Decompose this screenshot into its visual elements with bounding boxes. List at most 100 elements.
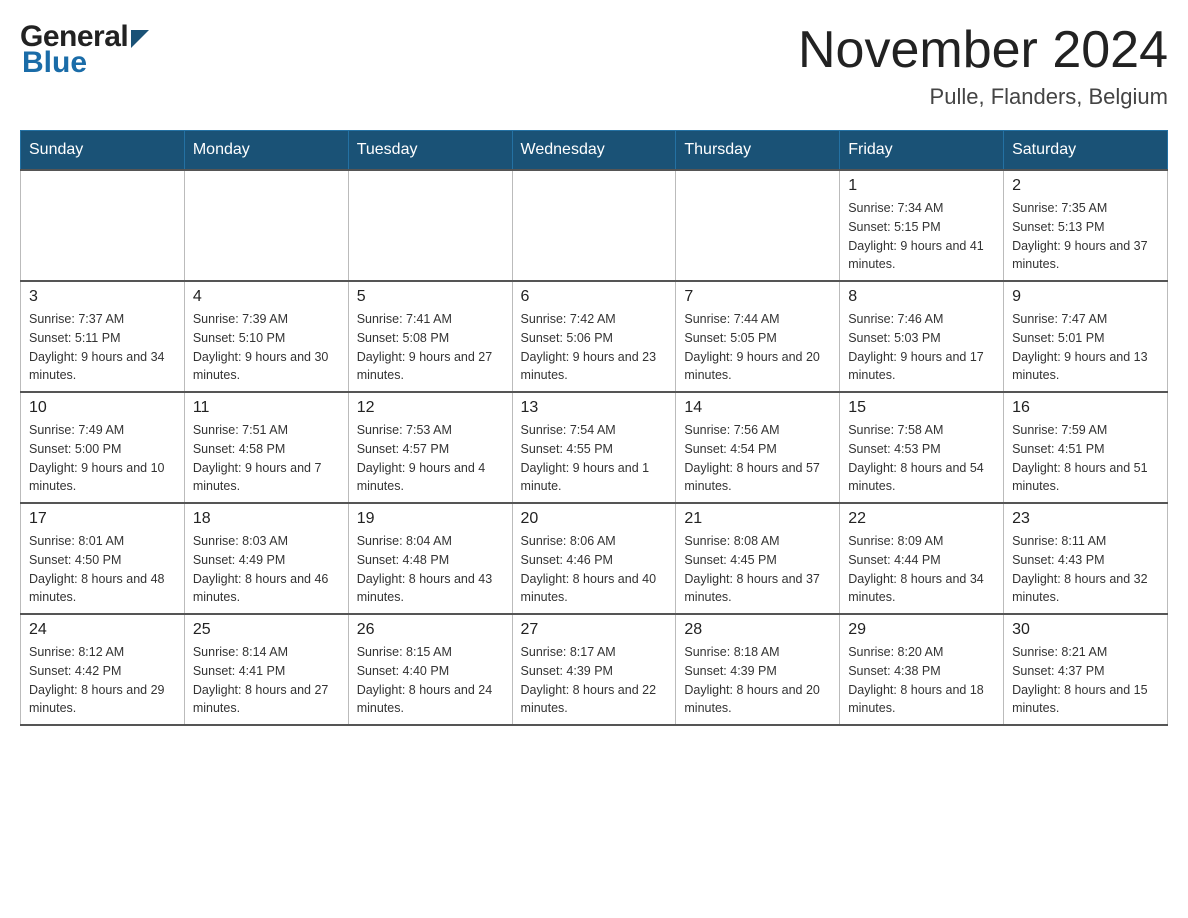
- day-number: 14: [684, 399, 831, 417]
- calendar-day-cell: 30 Sunrise: 8:21 AM Sunset: 4:37 PM Dayli…: [1004, 614, 1168, 725]
- day-number: 21: [684, 510, 831, 528]
- calendar-day-header: Friday: [840, 131, 1004, 171]
- calendar-week-row: 10 Sunrise: 7:49 AM Sunset: 5:00 PM Dayli…: [21, 392, 1168, 503]
- day-number: 11: [193, 399, 340, 417]
- day-number: 30: [1012, 621, 1159, 639]
- day-info: Sunrise: 7:41 AM Sunset: 5:08 PM Dayligh…: [357, 310, 504, 385]
- day-info: Sunrise: 8:04 AM Sunset: 4:48 PM Dayligh…: [357, 532, 504, 607]
- day-info: Sunrise: 8:11 AM Sunset: 4:43 PM Dayligh…: [1012, 532, 1159, 607]
- calendar-day-cell: 3Sunrise: 7:37 AM Sunset: 5:11 PM Daylig…: [21, 281, 185, 392]
- calendar-day-cell: 29 Sunrise: 8:20 AM Sunset: 4:38 PM Dayli…: [840, 614, 1004, 725]
- calendar-week-row: 24Sunrise: 8:12 AM Sunset: 4:42 PM Dayli…: [21, 614, 1168, 725]
- day-info: Sunrise: 7:54 AM Sunset: 4:55 PM Dayligh…: [521, 421, 668, 496]
- day-info: Sunrise: 8:08 AM Sunset: 4:45 PM Dayligh…: [684, 532, 831, 607]
- day-number: 1: [848, 177, 995, 195]
- calendar-day-header: Tuesday: [348, 131, 512, 171]
- calendar-day-cell: 4 Sunrise: 7:39 AM Sunset: 5:10 PM Daylig…: [184, 281, 348, 392]
- location-title: Pulle, Flanders, Belgium: [798, 84, 1168, 110]
- day-number: 5: [357, 288, 504, 306]
- calendar-day-cell: 6 Sunrise: 7:42 AM Sunset: 5:06 PM Daylig…: [512, 281, 676, 392]
- day-info: Sunrise: 7:42 AM Sunset: 5:06 PM Dayligh…: [521, 310, 668, 385]
- day-info: Sunrise: 7:49 AM Sunset: 5:00 PM Dayligh…: [29, 421, 176, 496]
- page-header: General Blue November 2024 Pulle, Flande…: [20, 20, 1168, 110]
- calendar-day-cell: 5 Sunrise: 7:41 AM Sunset: 5:08 PM Daylig…: [348, 281, 512, 392]
- title-section: November 2024 Pulle, Flanders, Belgium: [798, 20, 1168, 110]
- day-info: Sunrise: 7:39 AM Sunset: 5:10 PM Dayligh…: [193, 310, 340, 385]
- day-info: Sunrise: 7:56 AM Sunset: 4:54 PM Dayligh…: [684, 421, 831, 496]
- day-number: 19: [357, 510, 504, 528]
- month-title: November 2024: [798, 20, 1168, 80]
- day-info: Sunrise: 7:46 AM Sunset: 5:03 PM Dayligh…: [848, 310, 995, 385]
- day-info: Sunrise: 7:35 AM Sunset: 5:13 PM Dayligh…: [1012, 199, 1159, 274]
- calendar-day-cell: [184, 170, 348, 281]
- calendar-day-cell: 21 Sunrise: 8:08 AM Sunset: 4:45 PM Dayli…: [676, 503, 840, 614]
- day-number: 26: [357, 621, 504, 639]
- calendar-day-header: Saturday: [1004, 131, 1168, 171]
- calendar-day-cell: 14 Sunrise: 7:56 AM Sunset: 4:54 PM Dayli…: [676, 392, 840, 503]
- calendar-day-cell: 17 Sunrise: 8:01 AM Sunset: 4:50 PM Dayli…: [21, 503, 185, 614]
- day-number: 4: [193, 288, 340, 306]
- day-number: 8: [848, 288, 995, 306]
- calendar-day-cell: 10 Sunrise: 7:49 AM Sunset: 5:00 PM Dayli…: [21, 392, 185, 503]
- day-info: Sunrise: 8:12 AM Sunset: 4:42 PM Dayligh…: [29, 643, 176, 718]
- calendar-day-cell: 28 Sunrise: 8:18 AM Sunset: 4:39 PM Dayli…: [676, 614, 840, 725]
- calendar-day-cell: 25Sunrise: 8:14 AM Sunset: 4:41 PM Dayli…: [184, 614, 348, 725]
- calendar-day-cell: 16Sunrise: 7:59 AM Sunset: 4:51 PM Dayli…: [1004, 392, 1168, 503]
- calendar-table: SundayMondayTuesdayWednesdayThursdayFrid…: [20, 130, 1168, 726]
- calendar-day-cell: 8 Sunrise: 7:46 AM Sunset: 5:03 PM Daylig…: [840, 281, 1004, 392]
- day-number: 27: [521, 621, 668, 639]
- day-info: Sunrise: 8:21 AM Sunset: 4:37 PM Dayligh…: [1012, 643, 1159, 718]
- day-number: 29: [848, 621, 995, 639]
- day-info: Sunrise: 8:14 AM Sunset: 4:41 PM Dayligh…: [193, 643, 340, 718]
- day-number: 22: [848, 510, 995, 528]
- day-info: Sunrise: 7:47 AM Sunset: 5:01 PM Dayligh…: [1012, 310, 1159, 385]
- calendar-day-cell: 26 Sunrise: 8:15 AM Sunset: 4:40 PM Dayli…: [348, 614, 512, 725]
- day-number: 18: [193, 510, 340, 528]
- calendar-day-cell: 18 Sunrise: 8:03 AM Sunset: 4:49 PM Dayli…: [184, 503, 348, 614]
- calendar-day-cell: 13 Sunrise: 7:54 AM Sunset: 4:55 PM Dayli…: [512, 392, 676, 503]
- calendar-day-cell: 22 Sunrise: 8:09 AM Sunset: 4:44 PM Dayli…: [840, 503, 1004, 614]
- day-info: Sunrise: 7:34 AM Sunset: 5:15 PM Dayligh…: [848, 199, 995, 274]
- calendar-day-cell: 24Sunrise: 8:12 AM Sunset: 4:42 PM Dayli…: [21, 614, 185, 725]
- calendar-day-cell: 19 Sunrise: 8:04 AM Sunset: 4:48 PM Dayli…: [348, 503, 512, 614]
- calendar-day-cell: 12Sunrise: 7:53 AM Sunset: 4:57 PM Dayli…: [348, 392, 512, 503]
- day-number: 28: [684, 621, 831, 639]
- calendar-day-cell: 9 Sunrise: 7:47 AM Sunset: 5:01 PM Daylig…: [1004, 281, 1168, 392]
- calendar-day-cell: [676, 170, 840, 281]
- day-info: Sunrise: 8:15 AM Sunset: 4:40 PM Dayligh…: [357, 643, 504, 718]
- calendar-day-cell: [348, 170, 512, 281]
- logo-blue-label: Blue: [20, 46, 149, 80]
- day-number: 15: [848, 399, 995, 417]
- calendar-day-cell: [21, 170, 185, 281]
- day-info: Sunrise: 7:44 AM Sunset: 5:05 PM Dayligh…: [684, 310, 831, 385]
- calendar-header-row: SundayMondayTuesdayWednesdayThursdayFrid…: [21, 131, 1168, 171]
- day-info: Sunrise: 8:17 AM Sunset: 4:39 PM Dayligh…: [521, 643, 668, 718]
- calendar-day-cell: 7Sunrise: 7:44 AM Sunset: 5:05 PM Daylig…: [676, 281, 840, 392]
- day-number: 16: [1012, 399, 1159, 417]
- calendar-day-header: Monday: [184, 131, 348, 171]
- calendar-day-cell: 15Sunrise: 7:58 AM Sunset: 4:53 PM Dayli…: [840, 392, 1004, 503]
- calendar-day-cell: 2 Sunrise: 7:35 AM Sunset: 5:13 PM Daylig…: [1004, 170, 1168, 281]
- day-info: Sunrise: 8:01 AM Sunset: 4:50 PM Dayligh…: [29, 532, 176, 607]
- logo: General Blue: [20, 20, 149, 80]
- day-number: 2: [1012, 177, 1159, 195]
- day-info: Sunrise: 8:09 AM Sunset: 4:44 PM Dayligh…: [848, 532, 995, 607]
- day-number: 10: [29, 399, 176, 417]
- day-info: Sunrise: 8:06 AM Sunset: 4:46 PM Dayligh…: [521, 532, 668, 607]
- calendar-day-header: Thursday: [676, 131, 840, 171]
- calendar-day-cell: 11Sunrise: 7:51 AM Sunset: 4:58 PM Dayli…: [184, 392, 348, 503]
- day-info: Sunrise: 8:03 AM Sunset: 4:49 PM Dayligh…: [193, 532, 340, 607]
- day-number: 9: [1012, 288, 1159, 306]
- logo-arrow-icon: [131, 22, 149, 56]
- day-info: Sunrise: 8:20 AM Sunset: 4:38 PM Dayligh…: [848, 643, 995, 718]
- calendar-day-cell: 1 Sunrise: 7:34 AM Sunset: 5:15 PM Daylig…: [840, 170, 1004, 281]
- calendar-day-cell: 23Sunrise: 8:11 AM Sunset: 4:43 PM Dayli…: [1004, 503, 1168, 614]
- calendar-day-header: Sunday: [21, 131, 185, 171]
- day-number: 12: [357, 399, 504, 417]
- day-number: 6: [521, 288, 668, 306]
- day-number: 17: [29, 510, 176, 528]
- day-number: 13: [521, 399, 668, 417]
- calendar-week-row: 17 Sunrise: 8:01 AM Sunset: 4:50 PM Dayli…: [21, 503, 1168, 614]
- day-number: 3: [29, 288, 176, 306]
- day-info: Sunrise: 8:18 AM Sunset: 4:39 PM Dayligh…: [684, 643, 831, 718]
